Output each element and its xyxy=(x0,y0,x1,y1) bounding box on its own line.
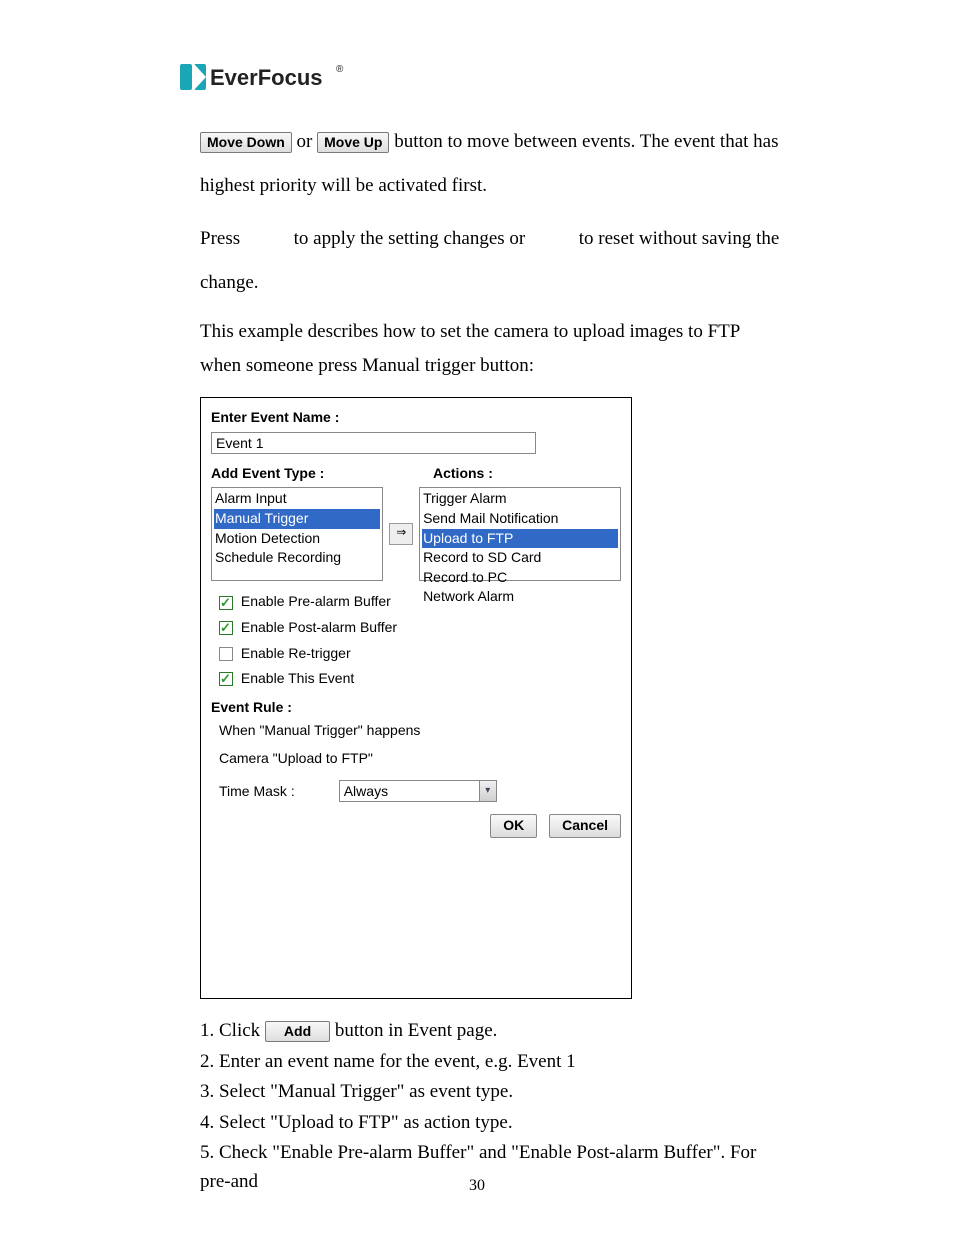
enter-event-name-label: Enter Event Name : xyxy=(211,408,621,428)
transfer-right-button[interactable]: ⇒ xyxy=(389,523,413,545)
move-down-button[interactable]: Move Down xyxy=(200,132,292,153)
time-mask-label: Time Mask : xyxy=(219,782,295,802)
event-rule-line2: Camera "Upload to FTP" xyxy=(211,749,621,769)
checkbox-icon[interactable] xyxy=(219,621,233,635)
step-4: 4. Select "Upload to FTP" as action type… xyxy=(200,1109,784,1138)
action-option[interactable]: Network Alarm xyxy=(422,587,618,607)
action-option[interactable]: Send Mail Notification xyxy=(422,509,618,529)
event-type-listbox[interactable]: Alarm Input Manual Trigger Motion Detect… xyxy=(211,487,383,581)
post-alarm-label: Enable Post-alarm Buffer xyxy=(241,619,397,635)
enable-event-label: Enable This Event xyxy=(241,670,354,686)
reset-button-placeholder xyxy=(530,231,574,249)
step-1: 1. Click Add button in Event page. xyxy=(200,1017,784,1046)
move-up-button[interactable]: Move Up xyxy=(317,132,389,153)
action-option[interactable]: Upload to FTP xyxy=(422,529,618,549)
ok-button[interactable]: OK xyxy=(490,814,537,838)
step-2: 2. Enter an event name for the event, e.… xyxy=(200,1048,784,1077)
retrigger-label: Enable Re-trigger xyxy=(241,645,351,661)
time-mask-select[interactable]: Always ▾ xyxy=(339,780,497,802)
page-number: 30 xyxy=(0,1177,954,1195)
paragraph-move: Move Down or Move Up button to move betw… xyxy=(200,120,784,207)
event-type-option[interactable]: Motion Detection xyxy=(214,529,380,549)
post-alarm-row[interactable]: Enable Post-alarm Buffer xyxy=(211,615,621,641)
action-option[interactable]: Record to SD Card xyxy=(422,548,618,568)
apply-button-placeholder xyxy=(245,231,289,249)
event-name-input[interactable] xyxy=(211,432,536,454)
pre-alarm-label: Enable Pre-alarm Buffer xyxy=(241,593,391,609)
checkbox-icon[interactable] xyxy=(219,647,233,661)
brand-logo: EverFocus ® xyxy=(180,60,350,94)
checkbox-icon[interactable] xyxy=(219,672,233,686)
chevron-down-icon: ▾ xyxy=(479,781,496,801)
svg-text:®: ® xyxy=(336,64,344,75)
add-button[interactable]: Add xyxy=(265,1021,330,1042)
event-dialog: Enter Event Name : Add Event Type : Acti… xyxy=(200,397,632,999)
checkbox-icon[interactable] xyxy=(219,596,233,610)
actions-listbox[interactable]: Trigger Alarm Send Mail Notification Upl… xyxy=(419,487,621,581)
action-option[interactable]: Record to PC xyxy=(422,568,618,588)
actions-label: Actions : xyxy=(433,464,621,484)
event-type-option[interactable]: Schedule Recording xyxy=(214,548,380,568)
event-type-option[interactable]: Alarm Input xyxy=(214,489,380,509)
enable-event-row[interactable]: Enable This Event xyxy=(211,666,621,692)
cancel-button[interactable]: Cancel xyxy=(549,814,621,838)
add-event-type-label: Add Event Type : xyxy=(211,464,399,484)
retrigger-row[interactable]: Enable Re-trigger xyxy=(211,641,621,667)
paragraph-press: Press to apply the setting changes or to… xyxy=(200,217,784,304)
event-type-option[interactable]: Manual Trigger xyxy=(214,509,380,529)
svg-text:EverFocus: EverFocus xyxy=(210,65,323,90)
event-rule-label: Event Rule : xyxy=(211,698,621,718)
steps-list: 1. Click Add button in Event page. 2. En… xyxy=(200,1017,784,1196)
action-option[interactable]: Trigger Alarm xyxy=(422,489,618,509)
paragraph-example: This example describes how to set the ca… xyxy=(200,315,784,383)
event-rule-line1: When "Manual Trigger" happens xyxy=(211,721,621,741)
step-3: 3. Select "Manual Trigger" as event type… xyxy=(200,1078,784,1107)
time-mask-value: Always xyxy=(340,781,479,801)
